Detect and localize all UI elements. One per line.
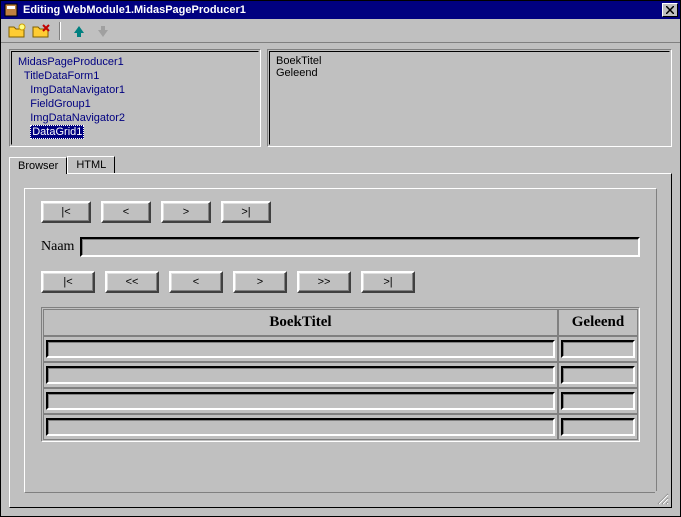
navigator-1: |< < > >| — [41, 201, 640, 223]
grid-cell[interactable] — [561, 392, 635, 410]
table-row — [43, 362, 638, 388]
app-icon — [3, 2, 19, 18]
grid-cell[interactable] — [46, 366, 555, 384]
grid-header-geleend[interactable]: Geleend — [558, 309, 638, 336]
nav2-nextpage-button[interactable]: >> — [297, 271, 351, 293]
arrow-down-icon[interactable] — [93, 21, 113, 41]
table-row — [43, 336, 638, 362]
titlebar: Editing WebModule1.MidasPageProducer1 — [1, 1, 680, 19]
arrow-up-icon[interactable] — [69, 21, 89, 41]
close-button[interactable] — [662, 3, 678, 17]
resize-grip[interactable] — [655, 491, 669, 505]
nav-last-button[interactable]: >| — [221, 201, 271, 223]
table-row — [43, 388, 638, 414]
nav2-prevpage-button[interactable]: << — [105, 271, 159, 293]
grid-cell[interactable] — [46, 418, 555, 436]
toolbar — [1, 19, 680, 43]
properties-pane: BoekTitel Geleend — [267, 49, 672, 147]
grid-cell[interactable] — [561, 418, 635, 436]
navigator-2: |< << < > >> >| — [41, 271, 640, 293]
nav-first-button[interactable]: |< — [41, 201, 91, 223]
tree-item[interactable]: TitleDataForm1 — [18, 69, 252, 83]
folder-new-icon[interactable] — [7, 21, 27, 41]
grid-cell[interactable] — [561, 340, 635, 358]
tab-browser[interactable]: Browser — [9, 157, 67, 174]
top-panes: MidasPageProducer1 TitleDataForm1 ImgDat… — [1, 43, 680, 153]
prop-line[interactable]: BoekTitel — [276, 55, 663, 67]
editor-window: Editing WebModule1.MidasPageProducer1 Mi… — [0, 0, 681, 517]
nav2-prev-button[interactable]: < — [169, 271, 223, 293]
naam-label: Naam — [41, 239, 74, 255]
grid-cell[interactable] — [561, 366, 635, 384]
tree-item[interactable]: FieldGroup1 — [18, 97, 252, 111]
grid-cell[interactable] — [46, 340, 555, 358]
nav-next-button[interactable]: > — [161, 201, 211, 223]
nav2-last-button[interactable]: >| — [361, 271, 415, 293]
tree-root[interactable]: MidasPageProducer1 — [18, 55, 252, 69]
folder-delete-icon[interactable] — [31, 21, 51, 41]
table-row — [43, 414, 638, 440]
prop-line[interactable]: Geleend — [276, 67, 663, 79]
nav2-next-button[interactable]: > — [233, 271, 287, 293]
field-row-naam: Naam — [41, 237, 640, 257]
tree-item[interactable]: ImgDataNavigator1 — [18, 83, 252, 97]
tab-body: |< < > >| Naam |< << < > >> >| — [9, 173, 672, 508]
data-grid: BoekTitel Geleend — [41, 307, 640, 442]
toolbar-separator — [59, 22, 61, 40]
naam-input[interactable] — [80, 237, 640, 257]
grid-cell[interactable] — [46, 392, 555, 410]
nav-prev-button[interactable]: < — [101, 201, 151, 223]
nav2-first-button[interactable]: |< — [41, 271, 95, 293]
tree-pane: MidasPageProducer1 TitleDataForm1 ImgDat… — [9, 49, 261, 147]
tree-item[interactable]: ImgDataNavigator2 — [18, 111, 252, 125]
window-title: Editing WebModule1.MidasPageProducer1 — [23, 4, 662, 16]
tab-strip: Browser HTML — [9, 153, 672, 173]
tab-html[interactable]: HTML — [67, 156, 115, 173]
tree-item-selected[interactable]: DataGrid1 — [18, 125, 252, 139]
tabs-region: Browser HTML |< < > >| Naam |< << < — [1, 153, 680, 516]
grid-header-titel[interactable]: BoekTitel — [43, 309, 558, 336]
browser-preview: |< < > >| Naam |< << < > >> >| — [24, 188, 657, 493]
